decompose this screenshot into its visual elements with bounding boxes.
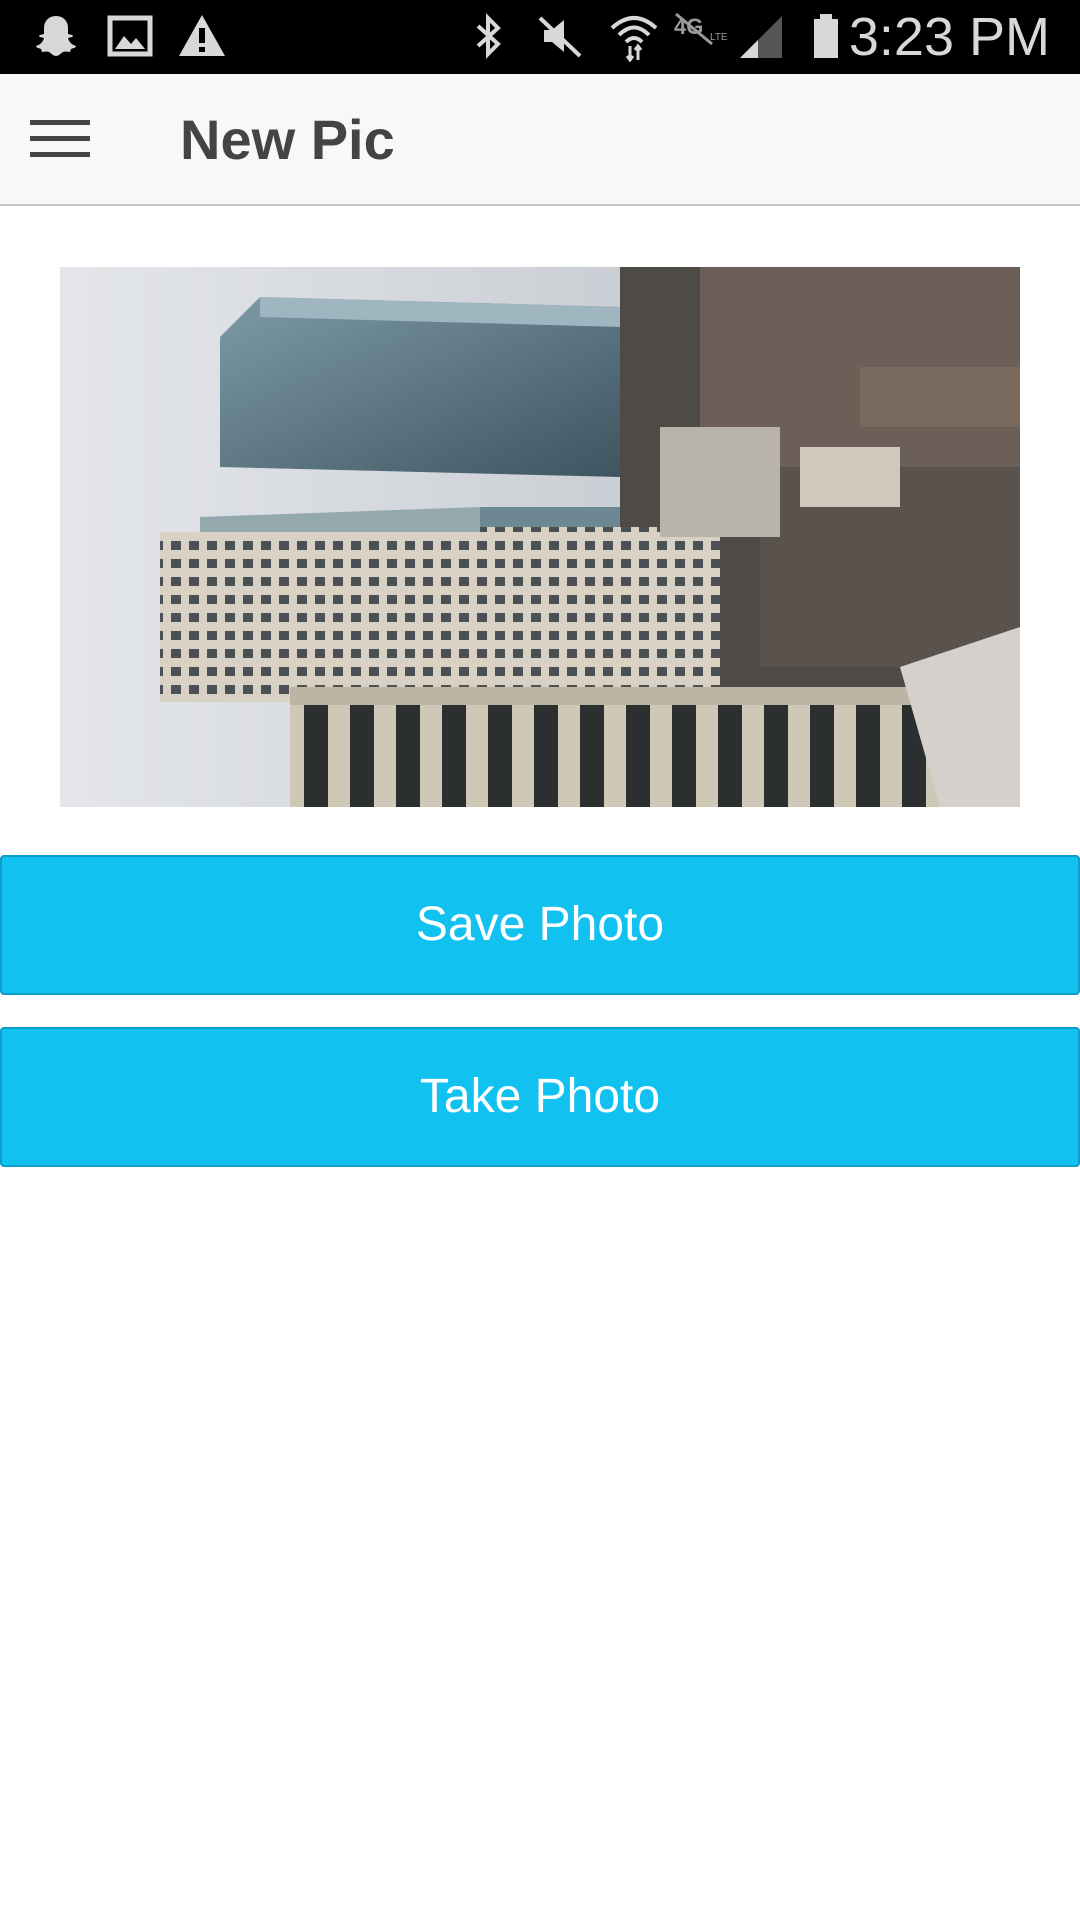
app-bar: New Pic [0, 74, 1080, 206]
take-photo-button[interactable]: Take Photo [0, 1027, 1080, 1167]
4g-lte-icon: 4G LTE [674, 12, 728, 46]
mute-icon [538, 16, 582, 58]
signal-icon [740, 16, 782, 58]
warning-icon [179, 15, 225, 56]
hamburger-menu-icon[interactable] [24, 104, 96, 176]
status-bar: 4G LTE 3:23 PM [0, 0, 1080, 74]
screen: 4G LTE 3:23 PM New Pic [0, 0, 1080, 1920]
page-title: New Pic [180, 108, 395, 171]
wifi-icon [610, 16, 658, 62]
bluetooth-icon [476, 13, 501, 59]
photo-preview [60, 267, 1020, 807]
snapchat-icon [36, 16, 76, 56]
battery-icon [814, 14, 838, 58]
gallery-icon [107, 15, 153, 57]
photo-image [60, 267, 1020, 807]
status-clock: 3:23 PM [848, 7, 1050, 67]
save-photo-button[interactable]: Save Photo [0, 855, 1080, 995]
svg-text:LTE: LTE [710, 32, 728, 43]
